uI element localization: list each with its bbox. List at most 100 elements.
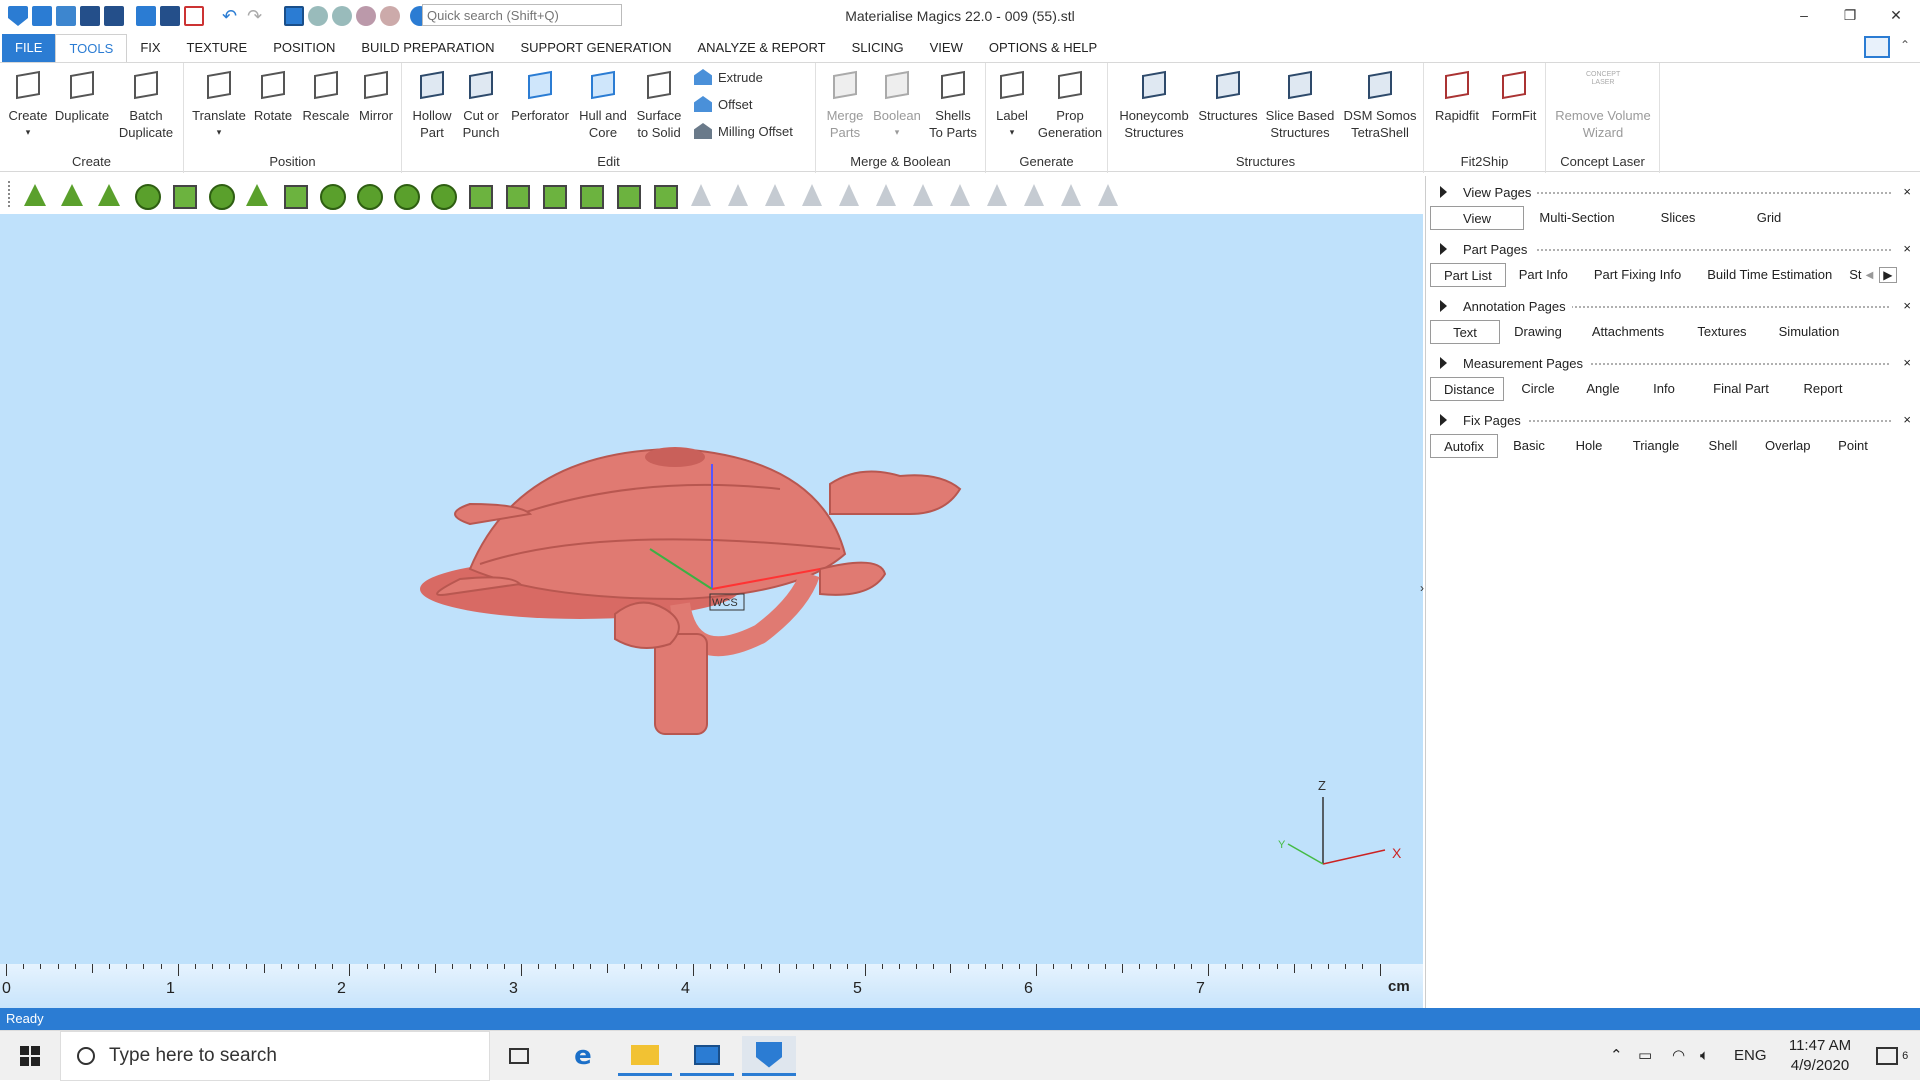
menu-tools[interactable]: TOOLS bbox=[55, 34, 128, 62]
batch-duplicate-button[interactable]: Batch Duplicate bbox=[114, 67, 178, 141]
select-all-parts-icon[interactable] bbox=[502, 180, 530, 209]
restore-button[interactable]: ❐ bbox=[1832, 4, 1868, 26]
tab-circle[interactable]: Circle bbox=[1504, 377, 1572, 401]
tab-distance[interactable]: Distance bbox=[1430, 377, 1504, 401]
menu-file[interactable]: FILE bbox=[2, 34, 56, 62]
tab-hole[interactable]: Hole bbox=[1560, 434, 1618, 458]
mirror-button[interactable]: Mirror bbox=[352, 67, 400, 124]
close-icon[interactable]: × bbox=[1903, 298, 1911, 313]
shrink-marking-icon[interactable] bbox=[909, 180, 937, 208]
tab-info[interactable]: Info bbox=[1634, 377, 1694, 401]
select-curve-icon[interactable] bbox=[243, 180, 271, 208]
tab-point[interactable]: Point bbox=[1822, 434, 1884, 458]
tab-part-list[interactable]: Part List bbox=[1430, 263, 1506, 287]
tab-overflow[interactable]: St bbox=[1845, 263, 1865, 287]
unmark-icon[interactable] bbox=[835, 180, 863, 208]
layout-settings-icon[interactable] bbox=[1864, 36, 1890, 58]
mark-plane-icon[interactable] bbox=[724, 180, 752, 208]
zoom-in-icon[interactable] bbox=[356, 6, 377, 26]
file-explorer-button[interactable] bbox=[618, 1036, 672, 1076]
close-icon[interactable]: × bbox=[1903, 412, 1911, 427]
tab-basic[interactable]: Basic bbox=[1498, 434, 1560, 458]
language-indicator[interactable]: ENG bbox=[1734, 1031, 1767, 1081]
close-icon[interactable]: × bbox=[1903, 241, 1911, 256]
menu-texture[interactable]: TEXTURE bbox=[174, 34, 261, 62]
scroll-left-icon[interactable]: ◀ bbox=[1866, 270, 1874, 281]
select-sphere-icon[interactable] bbox=[428, 180, 457, 210]
mark-overhang-icon[interactable] bbox=[1057, 180, 1085, 208]
tab-part-info[interactable]: Part Info bbox=[1506, 263, 1581, 287]
undo-icon[interactable]: ↶ bbox=[222, 6, 237, 27]
tab-grid[interactable]: Grid bbox=[1726, 206, 1812, 230]
select-connected-icon[interactable] bbox=[354, 180, 383, 210]
expand-arrow-icon[interactable] bbox=[1440, 243, 1447, 255]
rapidfit-button[interactable]: Rapidfit bbox=[1428, 67, 1486, 124]
panel-splitter-handle[interactable]: › bbox=[1420, 581, 1424, 595]
menu-options-help[interactable]: OPTIONS & HELP bbox=[976, 34, 1110, 62]
rotate-button[interactable]: Rotate bbox=[248, 67, 298, 124]
select-triangle-icon[interactable] bbox=[21, 180, 49, 208]
start-button[interactable] bbox=[0, 1031, 60, 1081]
open-file-icon[interactable] bbox=[56, 6, 76, 26]
tab-build-time-estimation[interactable]: Build Time Estimation bbox=[1694, 263, 1845, 287]
milling-offset-button[interactable]: Milling Offset bbox=[694, 123, 793, 139]
menu-fix[interactable]: FIX bbox=[127, 34, 173, 62]
close-button[interactable]: ✕ bbox=[1878, 4, 1914, 26]
offset-button[interactable]: Offset bbox=[694, 96, 752, 112]
tab-part-fixing-info[interactable]: Part Fixing Info bbox=[1581, 263, 1694, 287]
menu-support-generation[interactable]: SUPPORT GENERATION bbox=[508, 34, 685, 62]
edge-button[interactable]: e bbox=[556, 1036, 610, 1076]
tab-shell[interactable]: Shell bbox=[1694, 434, 1752, 458]
magics-taskbar-button[interactable] bbox=[742, 1036, 796, 1076]
clock[interactable]: 11:47 AM 4/9/2020 bbox=[1772, 1031, 1868, 1081]
select-cylinder-icon[interactable] bbox=[391, 180, 420, 210]
tab-text[interactable]: Text bbox=[1430, 320, 1500, 344]
turtle-model[interactable] bbox=[420, 447, 962, 735]
mark-flat-icon[interactable] bbox=[1020, 180, 1048, 208]
select-visible-icon[interactable] bbox=[613, 180, 641, 209]
mark-shell-icon[interactable] bbox=[798, 180, 826, 208]
expand-marking-icon[interactable] bbox=[872, 180, 900, 208]
select-brush-icon[interactable] bbox=[317, 180, 346, 210]
select-invert-icon[interactable] bbox=[576, 180, 604, 209]
expand-arrow-icon[interactable] bbox=[1440, 300, 1447, 312]
shells-to-parts-button[interactable]: Shells To Parts bbox=[924, 67, 982, 141]
app-button[interactable] bbox=[680, 1036, 734, 1076]
zoom-icon[interactable] bbox=[308, 6, 329, 26]
select-window-icon[interactable] bbox=[280, 180, 308, 209]
hollow-part-button[interactable]: Hollow Part bbox=[408, 67, 456, 141]
mark-wrapped-icon[interactable] bbox=[946, 180, 974, 208]
taskbar-search[interactable]: Type here to search bbox=[60, 1031, 490, 1081]
zoom-out-icon[interactable] bbox=[380, 6, 401, 26]
expand-arrow-icon[interactable] bbox=[1440, 414, 1447, 426]
extrude-button[interactable]: Extrude bbox=[694, 69, 763, 85]
tab-angle[interactable]: Angle bbox=[1572, 377, 1634, 401]
mark-contour-icon[interactable] bbox=[983, 180, 1011, 208]
annotation-pages-header[interactable]: Annotation Pages × bbox=[1426, 296, 1920, 318]
create-button[interactable]: Create ▾ bbox=[6, 67, 50, 141]
wifi-icon[interactable]: ◠ bbox=[1672, 1031, 1685, 1081]
honeycomb-structures-button[interactable]: Honeycomb Structures bbox=[1116, 67, 1192, 141]
expand-arrow-icon[interactable] bbox=[1440, 186, 1447, 198]
viewport-canvas[interactable]: WCS Z X Y bbox=[0, 214, 1423, 964]
collapse-ribbon-icon[interactable]: ⌃ bbox=[1900, 38, 1910, 52]
mark-triangle-icon[interactable] bbox=[687, 180, 715, 208]
prop-generation-button[interactable]: Prop Generation bbox=[1034, 67, 1106, 141]
measurement-pages-header[interactable]: Measurement Pages × bbox=[1426, 353, 1920, 375]
merge-parts-button[interactable]: Merge Parts bbox=[820, 67, 870, 141]
select-grow-icon[interactable] bbox=[650, 180, 678, 209]
save-all-icon[interactable] bbox=[104, 6, 124, 26]
tab-triangle[interactable]: Triangle bbox=[1618, 434, 1694, 458]
notifications-button[interactable]: 6 bbox=[1876, 1031, 1908, 1081]
menu-analyze-report[interactable]: ANALYZE & REPORT bbox=[684, 34, 838, 62]
select-shell-icon[interactable] bbox=[132, 180, 161, 210]
select-mode-icon[interactable] bbox=[284, 6, 305, 26]
quick-search-input[interactable] bbox=[422, 4, 622, 26]
boolean-button[interactable]: Boolean ▾ bbox=[870, 67, 924, 141]
battery-icon[interactable]: ▭ bbox=[1638, 1031, 1652, 1081]
fix-pages-header[interactable]: Fix Pages × bbox=[1426, 410, 1920, 432]
redo-icon[interactable]: ↷ bbox=[247, 6, 262, 27]
dsm-somos-tetrashell-button[interactable]: DSM Somos TetraShell bbox=[1340, 67, 1420, 141]
select-lasso-icon[interactable] bbox=[206, 180, 235, 210]
export-icon[interactable] bbox=[160, 6, 180, 26]
